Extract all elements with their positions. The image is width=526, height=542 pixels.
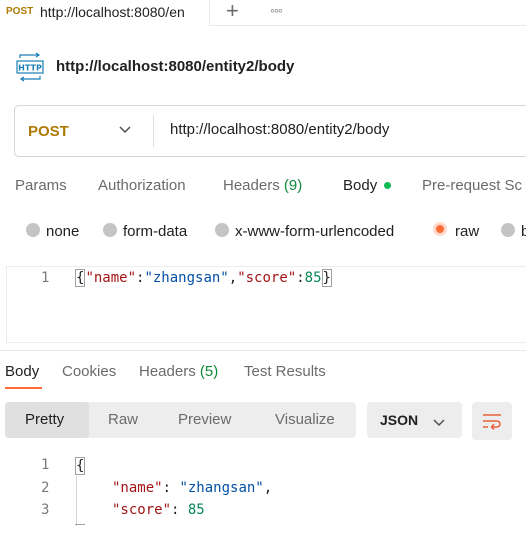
response-tab-test-results[interactable]: Test Results	[244, 363, 326, 380]
json-key: "score"	[237, 270, 297, 286]
url-input[interactable]	[170, 121, 520, 138]
method-label: POST	[28, 123, 69, 140]
tab-body[interactable]: Body	[343, 177, 377, 194]
pane-divider[interactable]	[0, 350, 526, 351]
json-colon: :	[162, 480, 180, 496]
tab-url-label: http://localhost:8080/en	[40, 4, 185, 20]
request-title[interactable]: http://localhost:8080/entity2/body	[56, 58, 294, 75]
radio-raw[interactable]	[433, 222, 447, 236]
json-string: "zhangsan"	[144, 270, 229, 286]
tab-headers-label: Headers	[223, 177, 280, 194]
json-colon: :	[171, 502, 188, 518]
json-number: 85	[187, 502, 205, 518]
view-preview-button[interactable]: Preview	[178, 411, 231, 428]
response-tab-headers[interactable]: Headers (5)	[139, 363, 218, 380]
headers-count: (9)	[283, 177, 303, 194]
json-key: "name"	[85, 270, 137, 286]
open-brace: {	[75, 269, 86, 287]
json-colon: :	[296, 270, 305, 286]
json-string: "zhangsan"	[179, 480, 264, 496]
plus-icon[interactable]: +	[226, 0, 239, 24]
http-icon: HTTP	[16, 52, 44, 82]
more-icon[interactable]: ◦◦◦	[270, 2, 283, 18]
view-pretty-label[interactable]: Pretty	[25, 411, 64, 428]
radio-none-label[interactable]: none	[46, 223, 79, 240]
response-headers-count: (5)	[199, 363, 219, 380]
json-comma: ,	[263, 480, 273, 496]
wrap-lines-icon	[483, 414, 501, 430]
request-body-line[interactable]: {"name":"zhangsan","score":85}	[75, 269, 332, 287]
close-brace: }	[321, 269, 332, 287]
response-close-brace-partial	[75, 524, 85, 528]
json-key: "name"	[112, 480, 163, 496]
body-modified-indicator	[384, 182, 391, 189]
tab-prerequest-script[interactable]: Pre-request Sc	[422, 177, 522, 194]
radio-form-data-label[interactable]: form-data	[123, 223, 187, 240]
json-key: "score"	[112, 502, 172, 518]
format-label: JSON	[380, 412, 419, 428]
view-raw-button[interactable]: Raw	[108, 411, 138, 428]
line-number: 1	[41, 457, 50, 473]
tab-params[interactable]: Params	[15, 177, 67, 194]
radio-binary[interactable]	[501, 223, 515, 237]
tab-headers[interactable]: Headers (9)	[223, 177, 302, 194]
radio-binary-label[interactable]: b	[521, 223, 526, 240]
response-tab-headers-label: Headers	[139, 363, 196, 380]
line-number: 1	[41, 270, 50, 286]
radio-urlencoded-label[interactable]: x-www-form-urlencoded	[235, 223, 394, 240]
indent-guide	[76, 476, 77, 526]
response-tab-body[interactable]: Body	[5, 363, 39, 380]
tab-authorization[interactable]: Authorization	[98, 177, 186, 194]
response-open-brace: {	[75, 457, 86, 475]
url-divider	[153, 115, 154, 147]
line-number: 2	[41, 480, 50, 496]
chevron-down-icon	[433, 419, 445, 427]
view-visualize-button[interactable]: Visualize	[275, 411, 335, 428]
line-number: 3	[41, 502, 50, 518]
radio-none[interactable]	[26, 223, 40, 237]
response-line: "score": 85	[112, 502, 205, 518]
json-number: 85	[304, 270, 322, 286]
response-line: "name": "zhangsan",	[112, 480, 272, 496]
radio-raw-label[interactable]: raw	[455, 223, 479, 240]
radio-form-data[interactable]	[103, 223, 117, 237]
response-tab-cookies[interactable]: Cookies	[62, 363, 116, 380]
radio-urlencoded[interactable]	[215, 223, 229, 237]
tab-method-label: POST	[6, 6, 34, 17]
active-tab-underline	[5, 387, 42, 389]
chevron-down-icon	[119, 126, 131, 134]
svg-text:HTTP: HTTP	[18, 64, 42, 73]
json-comma: ,	[228, 270, 238, 286]
